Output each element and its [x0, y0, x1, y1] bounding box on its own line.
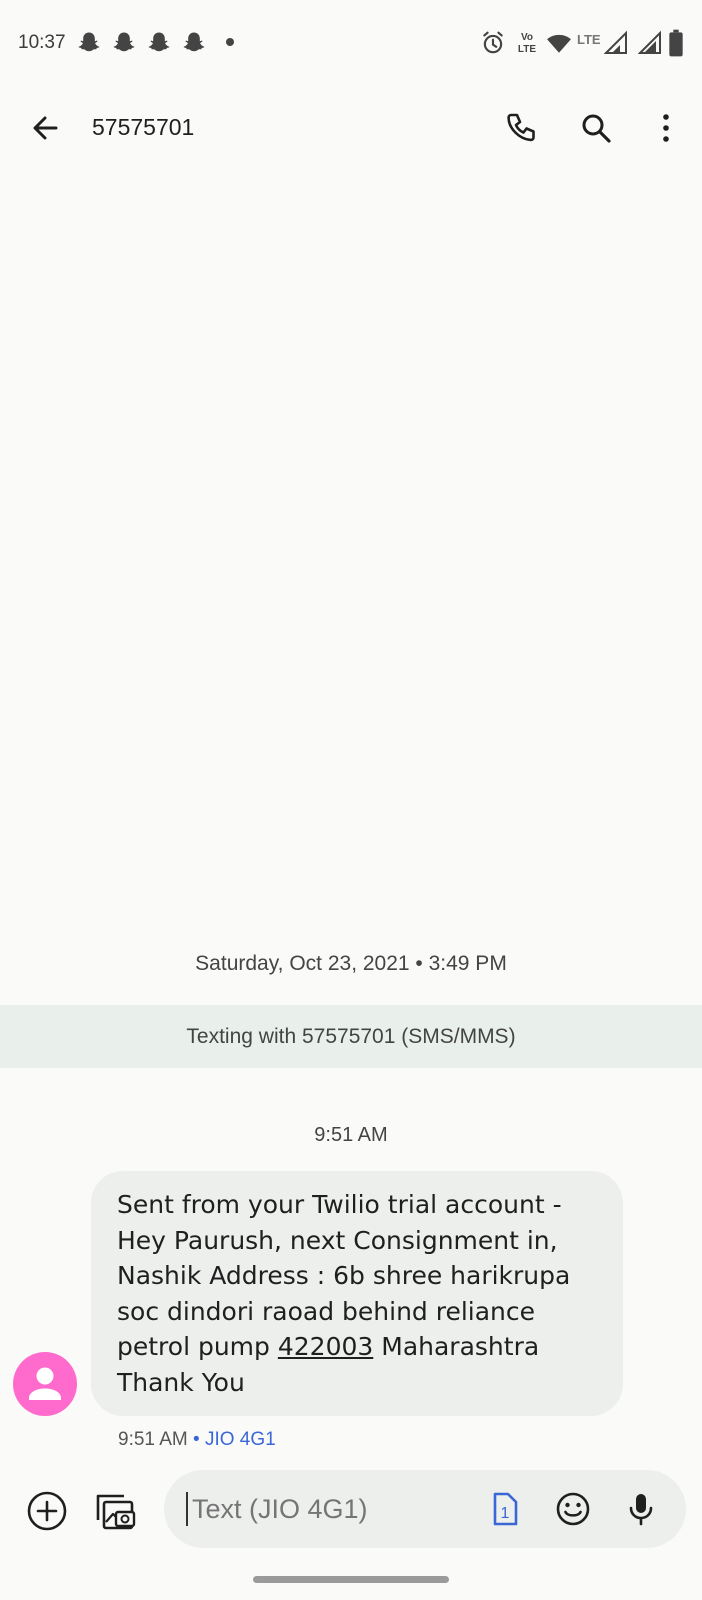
status-bar: 10:37 Vo LTE LTE: [0, 0, 702, 88]
snapchat-icon: [78, 32, 100, 52]
lte-signal-icon: [604, 30, 627, 54]
search-icon[interactable]: [572, 104, 620, 152]
app-bar: 57575701: [0, 88, 702, 168]
phone-icon[interactable]: [496, 104, 544, 152]
sim-badge-number: 1: [501, 1505, 510, 1522]
mic-icon[interactable]: [620, 1488, 662, 1530]
emoji-icon[interactable]: [552, 1488, 594, 1530]
postal-code-link[interactable]: 422003: [278, 1332, 373, 1361]
back-arrow-icon[interactable]: [22, 104, 70, 152]
snapchat-icon: [148, 32, 170, 52]
svg-text:LTE: LTE: [518, 44, 536, 55]
person-icon: [29, 1367, 61, 1400]
message-text: Sent from your Twilio trial account - He…: [117, 1187, 599, 1400]
notification-dot-icon: [226, 38, 234, 46]
more-vert-icon[interactable]: [642, 104, 690, 152]
lte-label: LTE: [577, 32, 601, 47]
signal-icon: [638, 30, 661, 54]
conversation-title: 57575701: [92, 114, 195, 140]
snapchat-icon: [183, 32, 205, 52]
texting-with-label: Texting with 57575701 (SMS/MMS): [186, 1024, 516, 1048]
message-timestamp: 9:51 AM: [118, 1429, 188, 1450]
texting-with-banner: Texting with 57575701 (SMS/MMS): [0, 1005, 702, 1068]
status-time: 10:37: [18, 32, 66, 53]
snapchat-icon: [113, 32, 135, 52]
avatar[interactable]: [13, 1352, 77, 1416]
message-input[interactable]: [186, 1492, 472, 1526]
message-bubble[interactable]: Sent from your Twilio trial account - He…: [91, 1171, 623, 1416]
wifi-icon: [547, 34, 571, 53]
message-time-header: 9:51 AM: [314, 1124, 388, 1146]
sim-card-icon[interactable]: 1: [484, 1490, 522, 1528]
date-header: Saturday, Oct 23, 2021 • 3:49 PM: [195, 952, 507, 975]
compose-field[interactable]: 1: [164, 1470, 686, 1548]
add-circle-icon[interactable]: [24, 1488, 70, 1534]
sim-label: JIO 4G1: [204, 1429, 276, 1450]
volte-icon: Vo LTE: [518, 32, 536, 55]
compose-bar: 1: [0, 1460, 702, 1560]
message-meta: 9:51 AM • JIO 4G1: [118, 1429, 276, 1451]
home-indicator[interactable]: [253, 1576, 449, 1583]
alarm-icon: [483, 31, 503, 54]
battery-icon: [669, 29, 683, 57]
gallery-icon[interactable]: [90, 1486, 140, 1536]
meta-separator: •: [187, 1429, 205, 1450]
svg-text:Vo: Vo: [521, 32, 533, 43]
